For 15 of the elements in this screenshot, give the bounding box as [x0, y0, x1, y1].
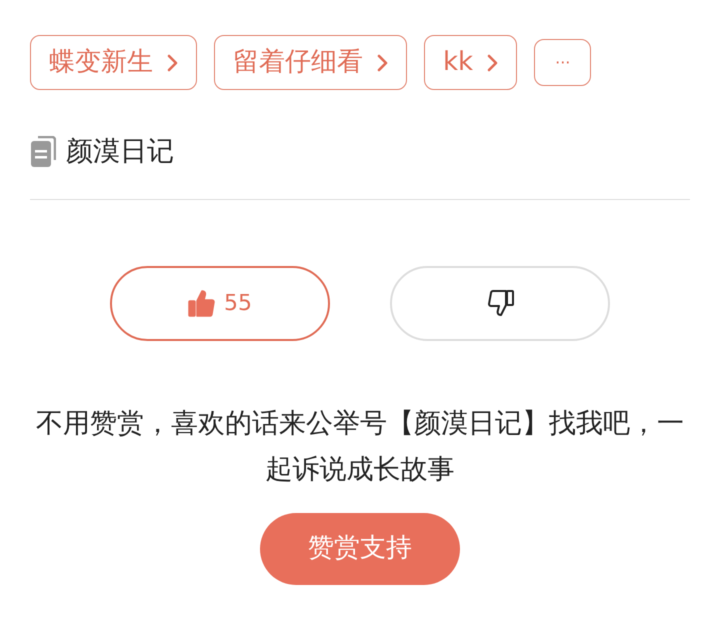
tag-button[interactable]: 蝶变新生 — [30, 35, 197, 90]
chevron-right-icon — [377, 54, 388, 72]
like-button[interactable]: 55 — [110, 266, 330, 340]
chevron-right-icon — [487, 54, 498, 72]
thumbs-down-icon — [485, 289, 515, 317]
thumbs-up-icon — [188, 289, 216, 317]
tag-button[interactable]: 留着仔细看 — [214, 35, 407, 90]
chevron-right-icon — [167, 54, 178, 72]
collection-title[interactable]: 颜漠日记 — [66, 132, 174, 172]
message-text: 不用赞赏，喜欢的话来公举号【颜漠日记】找我吧，一起诉说成长故事 — [35, 406, 685, 486]
more-tag-button[interactable]: ··· — [534, 39, 592, 86]
document-icon — [30, 136, 56, 168]
reward-button[interactable]: 赞赏支持 — [260, 512, 460, 584]
dislike-button[interactable] — [390, 266, 610, 340]
tag-button[interactable]: kk — [424, 35, 518, 90]
